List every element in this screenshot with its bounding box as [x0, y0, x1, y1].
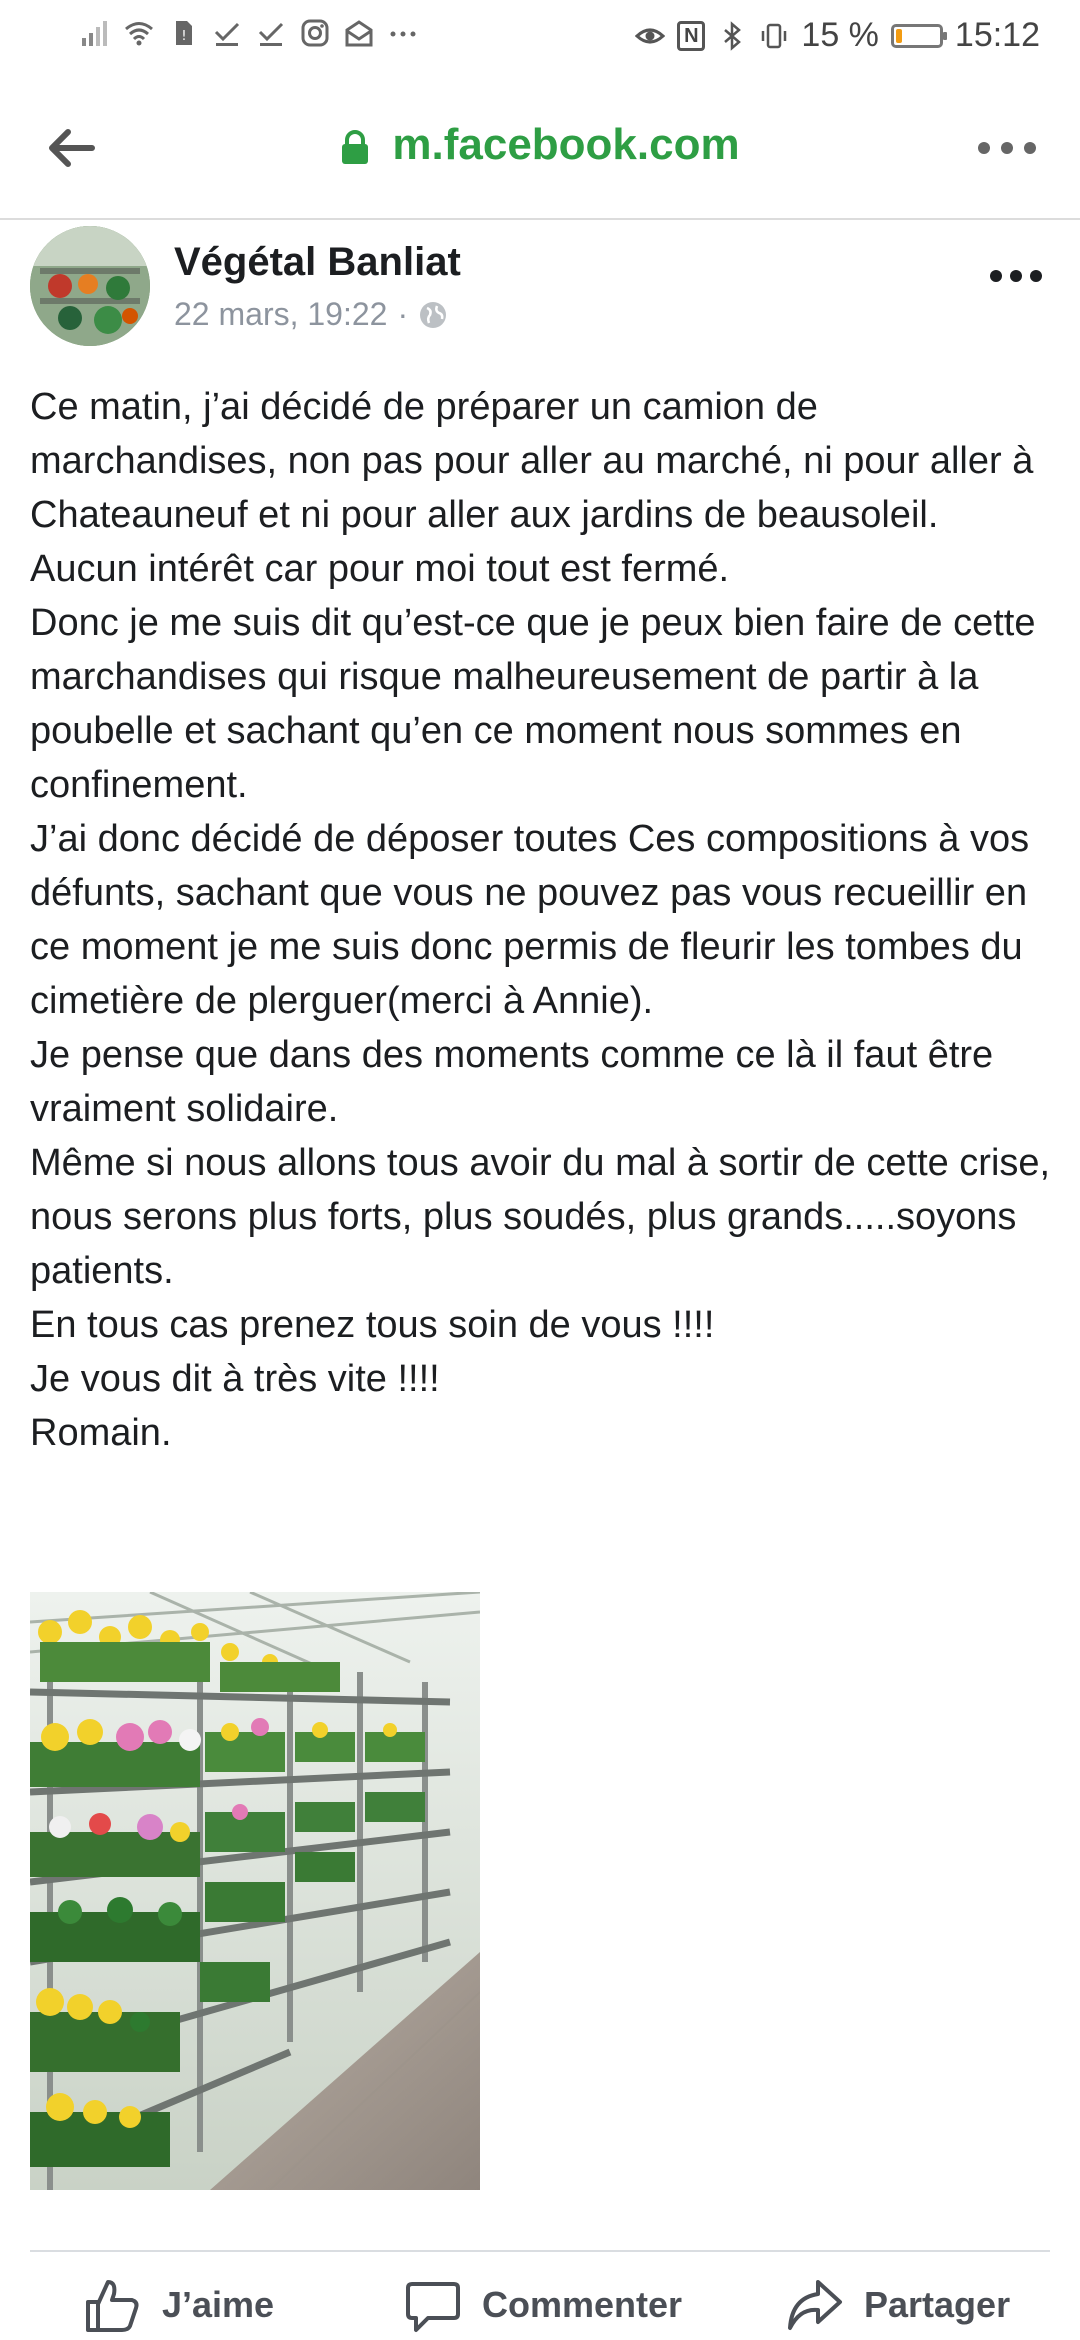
post-paragraph: Aucun intérêt car pour moi tout est ferm… [30, 548, 730, 590]
more-icon[interactable] [988, 262, 1044, 290]
meta-separator: · [397, 296, 409, 332]
check-icon [214, 22, 240, 46]
post-paragraph: Donc je me suis dit qu’est-ce que je peu… [30, 602, 1036, 806]
nfc-icon: N [677, 20, 706, 51]
battery-percent: 15 % [801, 16, 879, 54]
more-icon[interactable] [974, 128, 1040, 168]
comment-icon [406, 2282, 460, 2332]
browser-url-bar: m.facebook.com [0, 76, 1080, 220]
check-icon [258, 22, 284, 46]
svg-text:!: ! [181, 29, 186, 44]
post-date[interactable]: 22 mars, 19:22 [174, 296, 387, 333]
actions-divider [30, 2250, 1050, 2252]
lock-icon [342, 130, 369, 165]
status-icons-right: N 15 % 15:12 [635, 16, 1040, 55]
signal-icon [82, 21, 107, 46]
post-text: Ce matin, j’ai décidé de préparer un cam… [30, 380, 1060, 1460]
globe-icon [420, 301, 447, 328]
battery-fill [895, 28, 902, 43]
url-text: m.facebook.com [392, 120, 740, 169]
instagram-icon [301, 19, 329, 47]
battery-icon [890, 23, 947, 48]
share-button[interactable]: Partager [786, 2276, 1010, 2334]
post-author[interactable]: Végétal Banliat [174, 240, 461, 285]
post-paragraph: Ce matin, j’ai décidé de préparer un cam… [30, 386, 1034, 536]
like-label: J’aime [162, 2284, 275, 2325]
avatar[interactable] [30, 226, 150, 346]
bluetooth-icon [724, 20, 742, 51]
wifi-icon [125, 22, 153, 46]
post-paragraph: En tous cas prenez tous soin de vous !!!… [30, 1304, 715, 1346]
post-photo[interactable] [30, 1592, 480, 2190]
post-paragraph: Même si nous allons tous avoir du mal à … [30, 1142, 1051, 1292]
post-actions: J’aime Commenter Partager [0, 2262, 1080, 2340]
share-label: Partager [864, 2284, 1011, 2325]
eye-icon [635, 28, 666, 43]
sim-icon: ! [176, 21, 192, 45]
more-icon [390, 31, 416, 37]
share-icon [788, 2280, 842, 2330]
vibrate-icon [762, 23, 787, 48]
post-paragraph: Romain. [30, 1412, 172, 1454]
post-paragraph: Je vous dit à très vite !!!! [30, 1358, 440, 1400]
comment-button[interactable]: Commenter [404, 2276, 682, 2334]
status-bar: ! N 15 % 15:12 [0, 0, 1080, 76]
status-time: 15:12 [954, 16, 1040, 54]
avatar-image [30, 226, 150, 346]
mail-icon [345, 20, 373, 47]
comment-label: Commenter [482, 2284, 683, 2325]
post-paragraph: Je pense que dans des moments comme ce l… [30, 1034, 994, 1130]
post-meta: 22 mars, 19:22 · [174, 296, 448, 333]
url-display[interactable]: m.facebook.com [0, 120, 1080, 170]
like-icon [86, 2280, 139, 2332]
post-paragraph: J’ai donc décidé de déposer toutes Ces c… [30, 818, 1030, 1022]
like-button[interactable]: J’aime [84, 2276, 274, 2334]
greenhouse-photo [30, 1592, 480, 2190]
status-icons-left: ! [80, 18, 418, 48]
